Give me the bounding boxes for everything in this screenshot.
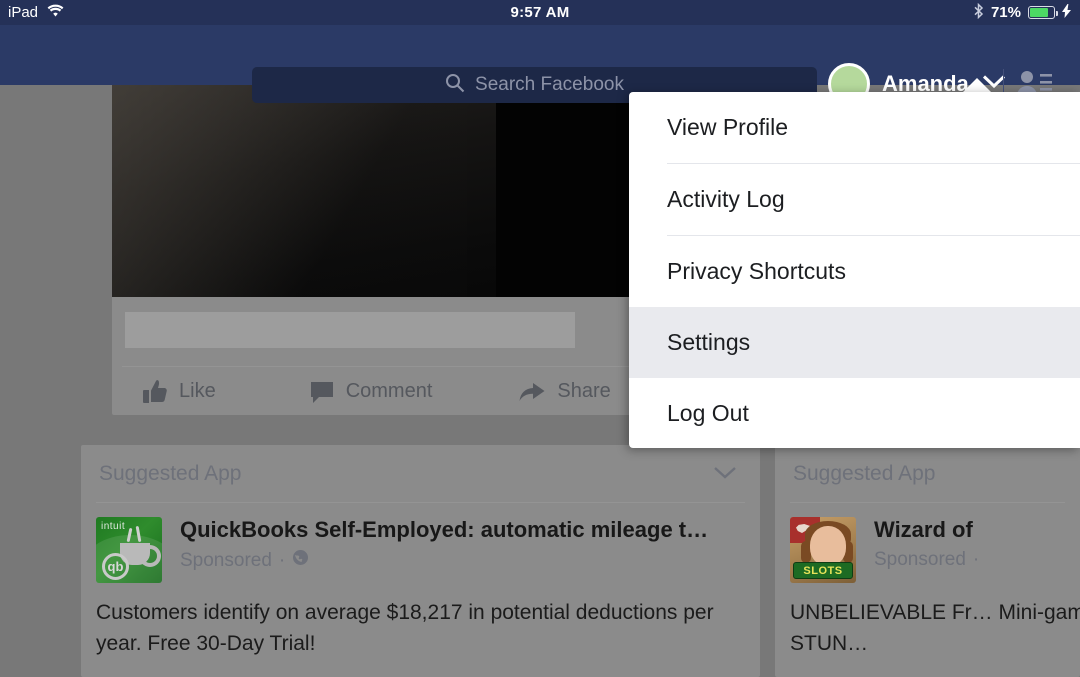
suggested-app-label: Suggested App	[99, 461, 242, 485]
post-photo-highlight	[112, 85, 468, 297]
chevron-down-icon[interactable]	[712, 465, 738, 486]
share-button[interactable]: Share	[512, 380, 616, 404]
thumbs-up-icon	[142, 379, 168, 404]
app-text-block: Wizard of Sponsored ·	[874, 517, 979, 571]
menu-item-label: Privacy Shortcuts	[667, 258, 846, 284]
comment-bubble-icon	[309, 380, 335, 404]
globe-icon	[292, 549, 309, 572]
battery-icon	[1028, 6, 1058, 19]
slots-badge: SLOTS	[793, 562, 853, 579]
post-actions: Like Comment Share	[112, 368, 685, 415]
menu-item-settings[interactable]: Settings	[629, 307, 1080, 378]
suggested-app-card-right: Suggested App SLOTS Wizard of Sponsored …	[775, 445, 1080, 677]
suggested-app-header: Suggested App	[775, 445, 1080, 502]
share-label: Share	[557, 380, 611, 402]
comment-button[interactable]: Comment	[303, 380, 439, 404]
app-subtitle: Sponsored ·	[874, 549, 979, 571]
app-row[interactable]: SLOTS Wizard of Sponsored ·	[790, 517, 1080, 583]
menu-item-label: Settings	[667, 329, 751, 355]
app-text-block: QuickBooks Self-Employed: automatic mile…	[180, 517, 708, 572]
bluetooth-icon	[973, 2, 984, 23]
menu-item-label: View Profile	[667, 114, 789, 140]
app-description: Customers identify on average $18,217 in…	[96, 601, 714, 655]
app-row[interactable]: intuit qb QuickBooks Self-Employed: auto…	[96, 517, 745, 583]
menu-item-label: Log Out	[667, 400, 749, 426]
menu-item-log-out[interactable]: Log Out	[629, 378, 1080, 448]
navigation-bar: Search Facebook Amanda	[0, 25, 1080, 105]
clock: 9:57 AM	[510, 4, 570, 21]
screen: Like Comment Share Suggested App intuit …	[0, 0, 1080, 677]
app-title: QuickBooks Self-Employed: automatic mile…	[180, 517, 709, 542]
post-text-placeholder	[125, 312, 575, 348]
sponsored-label: Sponsored	[180, 549, 272, 571]
status-bar: iPad 9:57 AM 71%	[0, 0, 1080, 25]
quickbooks-app-icon[interactable]: intuit qb	[96, 517, 162, 583]
separator-dot: ·	[972, 549, 980, 570]
menu-item-label: Activity Log	[667, 186, 785, 212]
menu-item-activity-log[interactable]: Activity Log	[629, 164, 1080, 235]
battery-fill	[1030, 8, 1048, 17]
comment-label: Comment	[345, 380, 433, 402]
profile-dropdown-menu: View Profile Activity Log Privacy Shortc…	[629, 92, 1080, 448]
intuit-wordmark: intuit	[101, 521, 126, 532]
app-subtitle: Sponsored ·	[180, 549, 708, 572]
separator-dot: ·	[278, 549, 286, 571]
post-photo[interactable]	[112, 85, 685, 297]
suggested-app-card-left: Suggested App intuit qb QuickBooks Self-…	[81, 445, 760, 677]
app-title: Wizard of	[874, 517, 973, 542]
like-label: Like	[179, 380, 216, 402]
suggested-app-header: Suggested App	[81, 445, 760, 502]
menu-item-privacy-shortcuts[interactable]: Privacy Shortcuts	[629, 236, 1080, 307]
status-bar-right: 71%	[973, 2, 1071, 23]
face-shape	[810, 526, 846, 566]
suggested-app-body: SLOTS Wizard of Sponsored · UNBELIEVABLE…	[775, 503, 1080, 659]
battery-percent-label: 71%	[990, 4, 1021, 21]
search-icon	[445, 73, 465, 98]
wizard-of-oz-slots-app-icon[interactable]: SLOTS	[790, 517, 856, 583]
like-button[interactable]: Like	[136, 379, 222, 404]
post-divider	[122, 366, 675, 367]
menu-pointer-arrow	[962, 78, 992, 93]
suggested-app-body: intuit qb QuickBooks Self-Employed: auto…	[81, 503, 760, 659]
lightning-bolt-icon	[1062, 3, 1071, 22]
menu-item-view-profile[interactable]: View Profile	[629, 92, 1080, 163]
qb-badge: qb	[102, 553, 129, 580]
post-card: Like Comment Share	[112, 85, 685, 415]
sponsored-label: Sponsored	[874, 549, 966, 570]
share-arrow-icon	[518, 380, 546, 404]
suggested-app-label: Suggested App	[793, 461, 936, 485]
search-input[interactable]: Search Facebook	[475, 74, 624, 96]
app-description: UNBELIEVABLE Fr… Mini-games, STUN…	[790, 601, 1080, 655]
